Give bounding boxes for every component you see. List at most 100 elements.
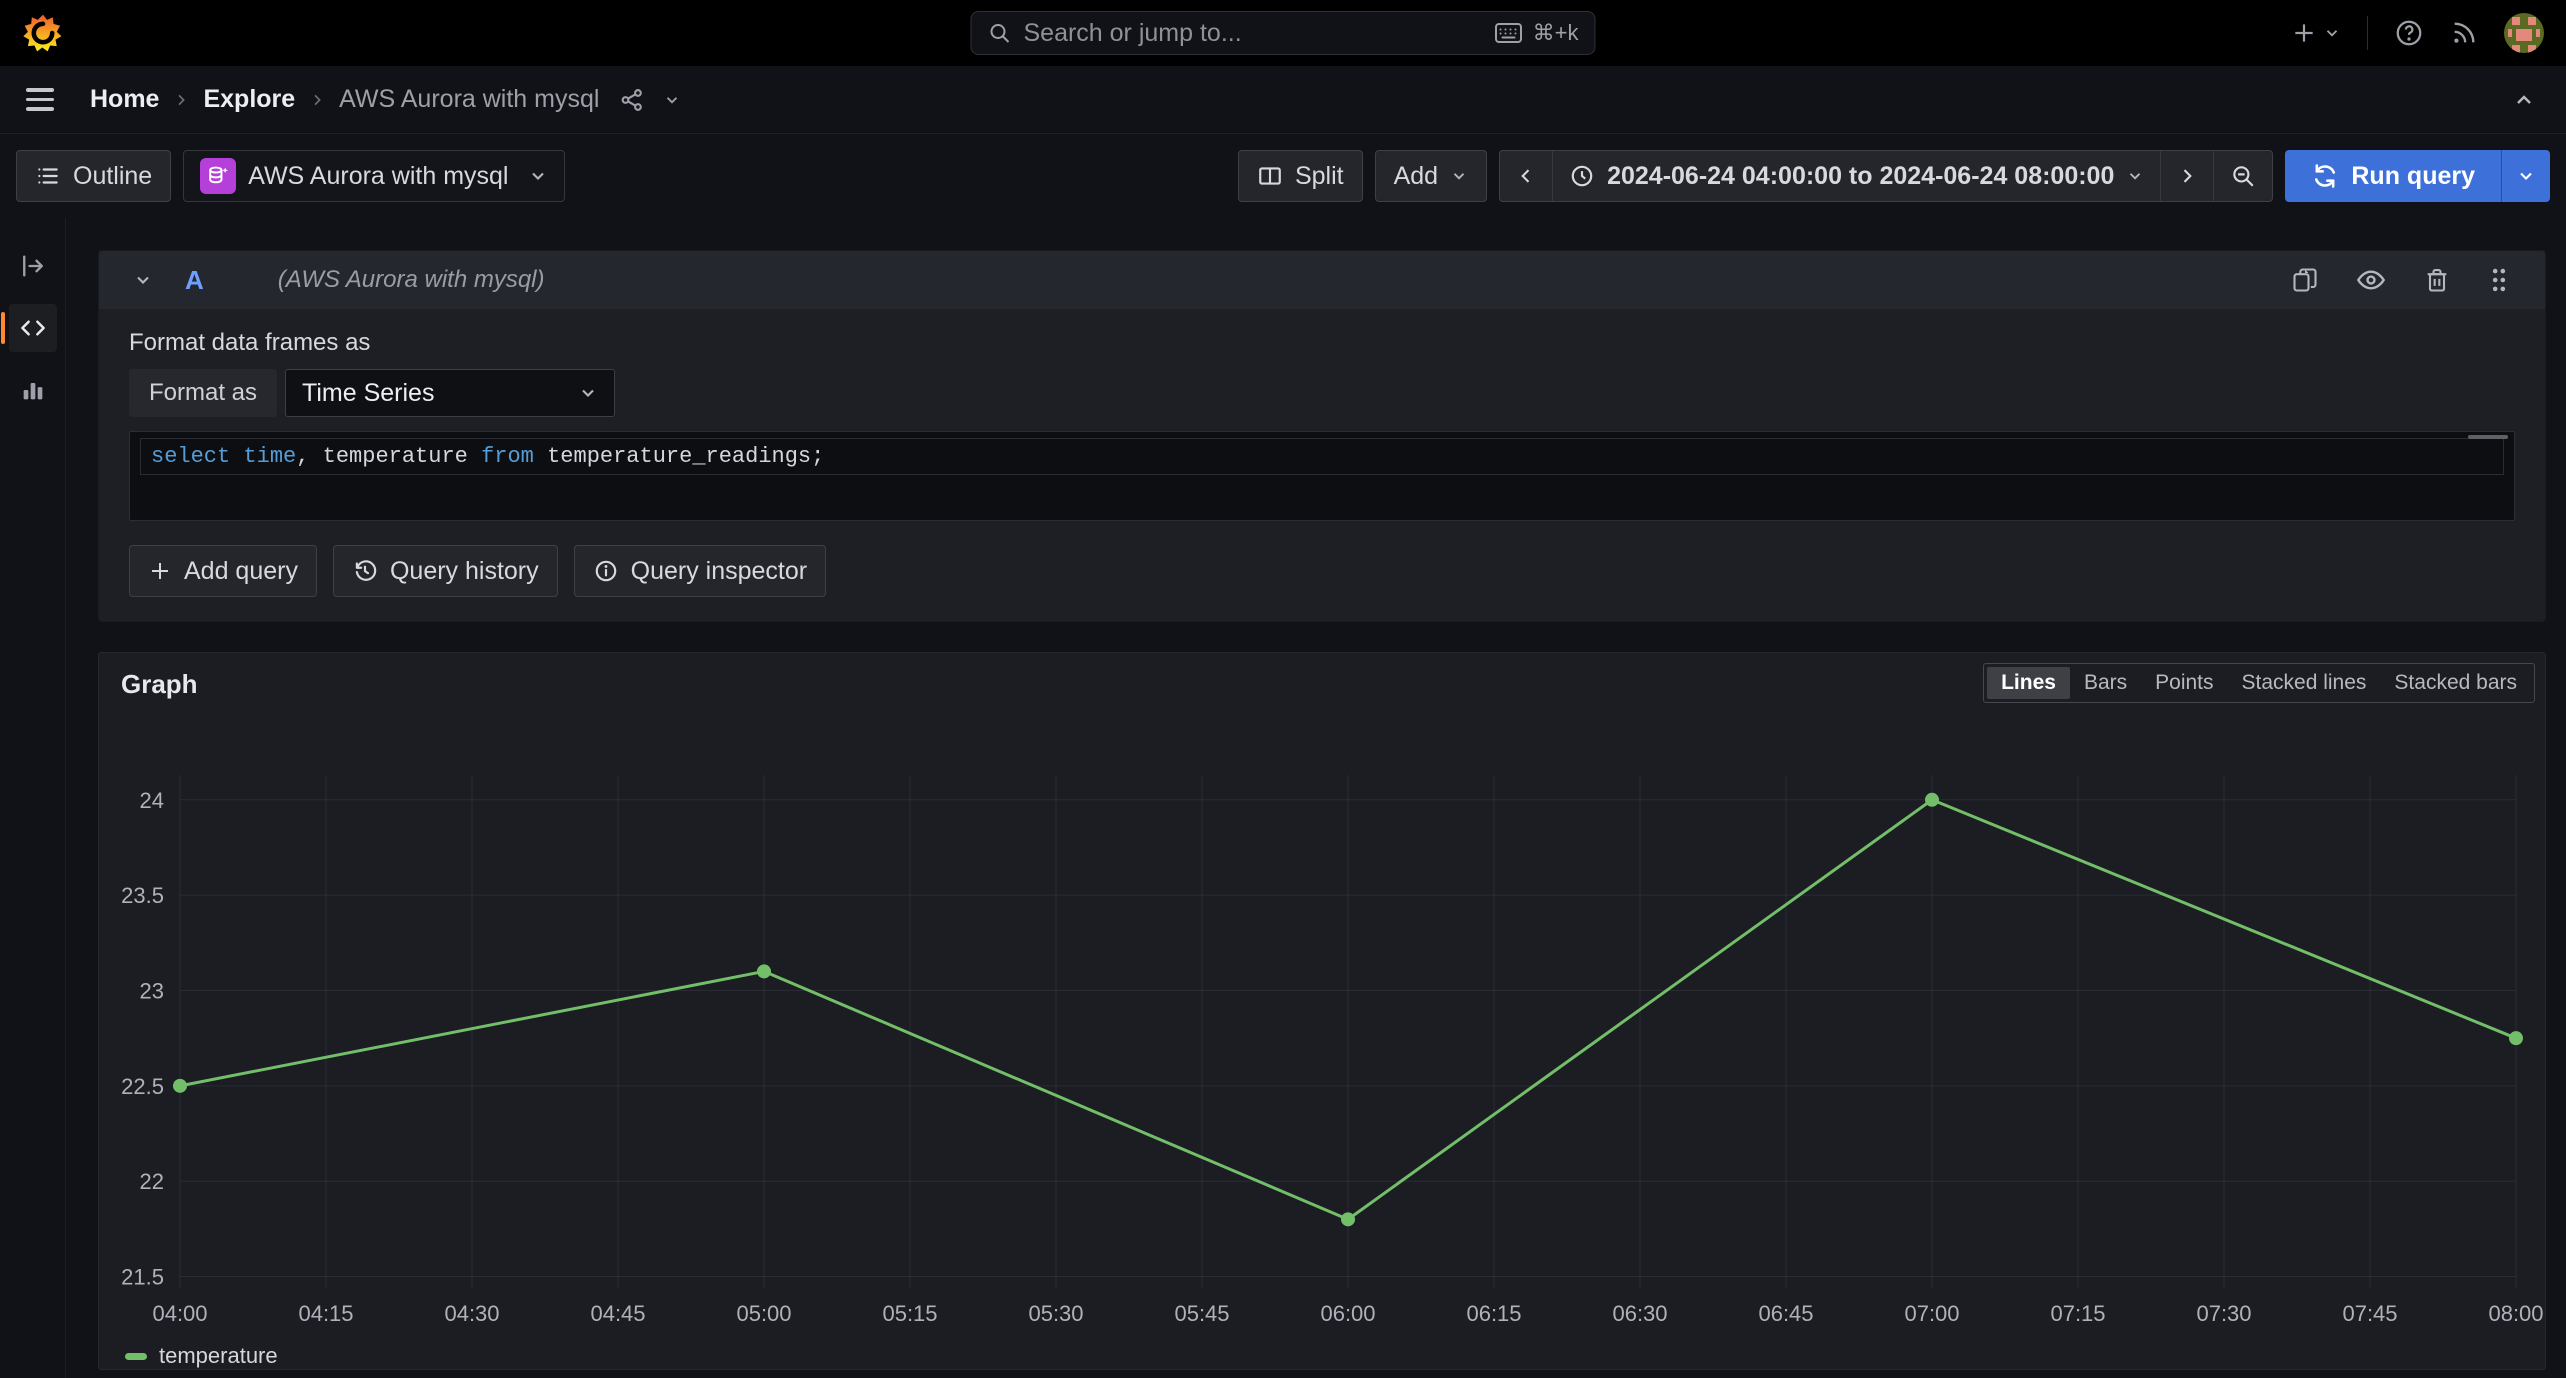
sql-token: select <box>151 444 230 469</box>
run-query-dropdown-button[interactable] <box>2501 150 2550 202</box>
menu-toggle-button[interactable] <box>26 88 54 111</box>
datasource-picker[interactable]: AWS Aurora with mysql <box>183 150 565 202</box>
x-axis-tick-label: 05:45 <box>1174 1301 1229 1326</box>
time-range-button[interactable]: 2024-06-24 04:00:00 to 2024-06-24 08:00:… <box>1553 151 2161 201</box>
drag-handle[interactable] <box>2487 266 2511 294</box>
style-tab-bars[interactable]: Bars <box>2070 667 2141 699</box>
open-drawer-button[interactable] <box>9 242 57 290</box>
time-series-chart[interactable]: 21.52222.52323.52404:0004:1504:3004:4505… <box>101 765 2543 1343</box>
graph-style-tabs: LinesBarsPointsStacked linesStacked bars <box>1983 663 2535 703</box>
add-query-label: Add query <box>184 557 298 586</box>
run-query-button[interactable]: Run query <box>2285 150 2501 202</box>
delete-query-button[interactable] <box>2423 266 2451 294</box>
grafana-logo[interactable] <box>22 12 64 54</box>
info-circle-icon <box>593 558 619 584</box>
share-button[interactable] <box>619 87 645 113</box>
query-actions-row: Add query Query history Query inspector <box>129 545 2515 597</box>
chevron-left-icon <box>1516 166 1536 186</box>
sql-query-line[interactable]: select time, temperature from temperatur… <box>140 438 2504 475</box>
panel-title: Graph <box>121 669 198 700</box>
history-icon <box>352 558 378 584</box>
query-inspector-label: Query inspector <box>631 557 807 586</box>
x-axis-tick-label: 07:45 <box>2342 1301 2397 1326</box>
run-query-group: Run query <box>2285 150 2550 202</box>
data-point <box>1341 1212 1355 1226</box>
style-tab-stacked-bars[interactable]: Stacked bars <box>2380 667 2531 699</box>
mysql-datasource-icon <box>200 158 236 194</box>
editor-scrollbar[interactable] <box>2468 435 2508 439</box>
add-query-button[interactable]: Add query <box>129 545 317 597</box>
format-select-value: Time Series <box>302 379 434 408</box>
duplicate-query-button[interactable] <box>2291 266 2319 294</box>
data-point <box>1925 793 1939 807</box>
style-tab-lines[interactable]: Lines <box>1987 667 2070 699</box>
chevron-down-icon <box>528 166 548 186</box>
code-icon <box>18 313 48 343</box>
search-input[interactable] <box>1024 19 1483 48</box>
breadcrumb-explore[interactable]: Explore <box>203 85 295 114</box>
explore-toolbar: Outline AWS Aurora with mysql <box>0 134 2566 218</box>
topbar-divider <box>2367 16 2368 50</box>
x-axis-tick-label: 07:30 <box>2196 1301 2251 1326</box>
zoom-out-icon <box>2230 163 2256 189</box>
question-circle-icon <box>2394 18 2424 48</box>
split-button[interactable]: Split <box>1238 150 1363 202</box>
graph-panel: Graph LinesBarsPointsStacked linesStacke… <box>98 652 2546 1370</box>
query-history-label: Query history <box>390 557 539 586</box>
query-editor-body: Format data frames as Format as Time Ser… <box>99 309 2545 621</box>
toggle-query-visibility-button[interactable] <box>2355 264 2387 296</box>
chart-legend[interactable]: temperature <box>125 1343 278 1369</box>
format-row: Format as Time Series <box>129 369 2515 417</box>
time-back-button[interactable] <box>1500 151 1553 201</box>
query-row-actions <box>2291 264 2511 296</box>
collapse-controls-button[interactable] <box>2512 88 2536 112</box>
help-button[interactable] <box>2394 18 2424 48</box>
y-axis-tick-label: 22.5 <box>121 1074 164 1099</box>
format-select[interactable]: Time Series <box>285 369 615 417</box>
style-tab-points[interactable]: Points <box>2141 667 2227 699</box>
query-history-button[interactable]: Query history <box>333 545 558 597</box>
outline-button[interactable]: Outline <box>16 150 171 202</box>
zoom-out-button[interactable] <box>2214 151 2272 201</box>
avatar[interactable] <box>2504 13 2544 53</box>
breadcrumb-current: AWS Aurora with mysql <box>339 85 599 114</box>
y-axis-tick-label: 24 <box>140 788 164 813</box>
style-tab-stacked-lines[interactable]: Stacked lines <box>2228 667 2381 699</box>
x-axis-tick-label: 06:30 <box>1612 1301 1667 1326</box>
chevron-down-icon <box>663 91 681 109</box>
toolbar-right: Split Add 2024-06-24 04:00:00 to 2024-06… <box>1238 150 2550 202</box>
x-axis-tick-label: 05:15 <box>882 1301 937 1326</box>
format-section-label: Format data frames as <box>129 329 2515 357</box>
outline-icon <box>35 163 61 189</box>
run-query-label: Run query <box>2351 162 2475 191</box>
share-dropdown-button[interactable] <box>663 91 681 109</box>
sql-editor[interactable]: select time, temperature from temperatur… <box>129 431 2515 521</box>
sql-token: temperature_readings; <box>534 444 824 469</box>
chevron-down-icon <box>578 383 598 403</box>
chevron-down-icon <box>1450 167 1468 185</box>
new-button[interactable] <box>2291 20 2341 46</box>
avatar-image <box>2504 13 2544 53</box>
plus-icon <box>148 559 172 583</box>
y-axis-tick-label: 21.5 <box>121 1265 164 1290</box>
explore-content: A (AWS Aurora with mysql) <box>66 218 2566 1378</box>
news-button[interactable] <box>2450 19 2478 47</box>
breadcrumb-home[interactable]: Home <box>90 85 159 114</box>
chevron-up-icon <box>2512 88 2536 112</box>
x-axis-tick-label: 08:00 <box>2488 1301 2543 1326</box>
x-axis-tick-label: 04:30 <box>444 1301 499 1326</box>
collapse-query-button[interactable] <box>133 270 153 290</box>
time-forward-button[interactable] <box>2161 151 2214 201</box>
query-row-header: A (AWS Aurora with mysql) <box>99 251 2545 309</box>
query-inspector-button[interactable]: Query inspector <box>574 545 826 597</box>
x-axis-tick-label: 04:15 <box>298 1301 353 1326</box>
time-picker-group: 2024-06-24 04:00:00 to 2024-06-24 08:00:… <box>1499 150 2273 202</box>
x-axis-tick-label: 04:45 <box>590 1301 645 1326</box>
code-tab[interactable] <box>9 304 57 352</box>
visualization-tab[interactable] <box>9 366 57 414</box>
x-axis-tick-label: 06:00 <box>1320 1301 1375 1326</box>
search-bar[interactable]: ⌘+k <box>971 11 1596 55</box>
y-axis-tick-label: 22 <box>140 1169 164 1194</box>
chevron-down-icon <box>2323 24 2341 42</box>
add-button[interactable]: Add <box>1375 150 1487 202</box>
